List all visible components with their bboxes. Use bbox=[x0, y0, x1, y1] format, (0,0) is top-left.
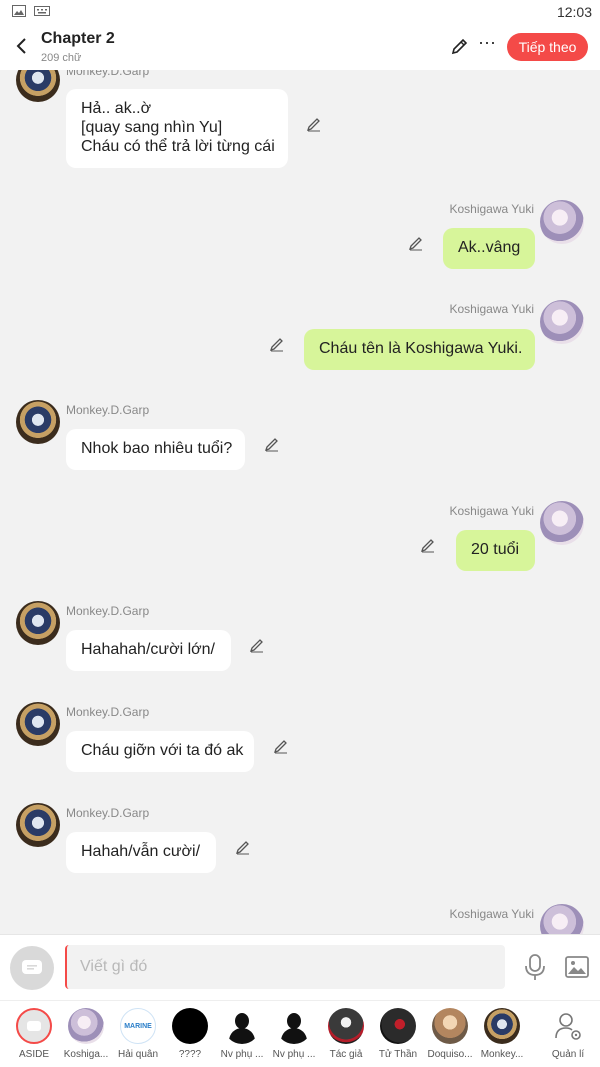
microphone-icon[interactable] bbox=[522, 953, 548, 981]
more-options-icon[interactable]: ⋯ bbox=[477, 34, 497, 54]
speaker-name: Monkey.D.Garp bbox=[66, 604, 150, 618]
character-death[interactable]: Tử Thần bbox=[372, 1008, 424, 1064]
character-label: Hải quân bbox=[117, 1049, 159, 1060]
edit-message-icon[interactable] bbox=[408, 235, 424, 251]
character-hai-quan[interactable]: MARINE Hải quân bbox=[112, 1008, 164, 1064]
message-bubble[interactable]: Hả.. ak..ờ [quay sang nhìn Yu] Cháu có t… bbox=[66, 89, 288, 168]
character-label: Monkey... bbox=[480, 1049, 524, 1060]
death-avatar bbox=[380, 1008, 416, 1044]
character-doquiso[interactable]: Doquiso... bbox=[424, 1008, 476, 1064]
yuki-avatar[interactable] bbox=[540, 904, 584, 934]
message-input-bar bbox=[0, 934, 600, 1000]
garp-avatar bbox=[484, 1008, 520, 1044]
aside-icon bbox=[16, 1008, 52, 1044]
chat-bubble-icon bbox=[22, 960, 42, 974]
character-koshigawa[interactable]: Koshiga... bbox=[60, 1008, 112, 1064]
message-input[interactable] bbox=[65, 945, 505, 989]
message-bubble[interactable]: Cháu giỡn với ta đó ak bbox=[66, 731, 254, 772]
yuki-avatar[interactable] bbox=[540, 200, 584, 244]
user-gear-icon bbox=[555, 1013, 581, 1040]
chapter-title: Chapter 2 bbox=[41, 30, 115, 47]
character-monkey[interactable]: Monkey... bbox=[476, 1008, 528, 1064]
aside-toggle-button[interactable] bbox=[10, 946, 54, 990]
word-count: 209 chữ bbox=[41, 52, 82, 64]
black-avatar bbox=[172, 1008, 208, 1044]
character-label: Koshiga... bbox=[63, 1049, 109, 1060]
message-line: Ak..vâng bbox=[458, 239, 521, 256]
edit-message-icon[interactable] bbox=[264, 436, 280, 452]
speaker-name: Koshigawa Yuki bbox=[449, 202, 534, 216]
message-bubble[interactable]: Cháu tên là Koshigawa Yuki. bbox=[304, 329, 535, 370]
message-line: Hahah/vẫn cười/ bbox=[81, 843, 201, 860]
character-aside[interactable]: ASIDE bbox=[8, 1008, 60, 1064]
character-label: Doquiso... bbox=[427, 1049, 473, 1060]
author-avatar bbox=[328, 1008, 364, 1044]
silhouette-avatar bbox=[276, 1008, 312, 1044]
message-line: 20 tuổi bbox=[471, 541, 520, 558]
silhouette-avatar bbox=[224, 1008, 260, 1044]
speaker-name: Monkey.D.Garp bbox=[66, 403, 150, 417]
message-line: Cháu giỡn với ta đó ak bbox=[81, 742, 244, 759]
character-author[interactable]: Tác giả bbox=[320, 1008, 372, 1064]
image-icon[interactable] bbox=[565, 955, 589, 979]
character-label: Tác giả bbox=[329, 1049, 363, 1060]
edit-message-icon[interactable] bbox=[249, 637, 265, 653]
status-time: 12:03 bbox=[556, 4, 592, 20]
character-label: ASIDE bbox=[18, 1049, 49, 1060]
character-label: ???? bbox=[178, 1049, 202, 1060]
message-line: Hahahah/cười lớn/ bbox=[81, 641, 215, 658]
character-label: Nv phụ ... bbox=[272, 1049, 316, 1060]
character-bar: ASIDE Koshiga... MARINE Hải quân ???? Nv… bbox=[0, 1000, 600, 1067]
character-side-1[interactable]: Nv phụ ... bbox=[216, 1008, 268, 1064]
message-line: Hả.. ak..ờ bbox=[81, 100, 152, 117]
message-bubble[interactable]: Hahah/vẫn cười/ bbox=[66, 832, 216, 873]
speaker-name: Monkey.D.Garp bbox=[66, 705, 150, 719]
character-label: Nv phụ ... bbox=[220, 1049, 264, 1060]
character-unknown[interactable]: ???? bbox=[164, 1008, 216, 1064]
back-arrow-icon[interactable] bbox=[10, 34, 34, 58]
edit-message-icon[interactable] bbox=[273, 738, 289, 754]
garp-avatar[interactable] bbox=[16, 702, 60, 746]
message-bubble[interactable]: Hahahah/cười lớn/ bbox=[66, 630, 231, 671]
character-manage[interactable]: Quản lí bbox=[542, 1008, 594, 1064]
message-line: Cháu có thể trả lời từng cái bbox=[81, 138, 275, 155]
edit-message-icon[interactable] bbox=[306, 116, 322, 132]
message-bubble[interactable]: Nhok bao nhiêu tuổi? bbox=[66, 429, 245, 470]
message-bubble[interactable]: 20 tuổi bbox=[456, 530, 535, 571]
garp-avatar[interactable] bbox=[16, 803, 60, 847]
chat-area: Monkey.D.Garp Hả.. ak..ờ [quay sang nhìn… bbox=[0, 70, 600, 934]
next-chapter-button[interactable]: Tiếp theo bbox=[507, 33, 588, 61]
app-header: Chapter 2 209 chữ ⋯ Tiếp theo bbox=[0, 24, 600, 70]
speaker-name: Monkey.D.Garp bbox=[66, 806, 150, 820]
edit-message-icon[interactable] bbox=[235, 839, 251, 855]
gallery-icon bbox=[12, 5, 26, 17]
speaker-name: Koshigawa Yuki bbox=[449, 907, 534, 921]
edit-pencil-icon[interactable] bbox=[450, 36, 470, 56]
keyboard-icon bbox=[34, 6, 50, 16]
speaker-name: Monkey.D.Garp bbox=[66, 70, 150, 78]
marine-logo: MARINE bbox=[120, 1008, 156, 1044]
character-label: Quản lí bbox=[551, 1049, 585, 1060]
speaker-name: Koshigawa Yuki bbox=[449, 302, 534, 316]
message-line: [quay sang nhìn Yu] bbox=[81, 119, 223, 136]
message-line: Cháu tên là Koshigawa Yuki. bbox=[319, 340, 523, 357]
yuki-avatar[interactable] bbox=[540, 300, 584, 344]
edit-message-icon[interactable] bbox=[269, 336, 285, 352]
character-label: Tử Thần bbox=[378, 1049, 418, 1060]
admin-icon bbox=[550, 1008, 586, 1044]
edit-message-icon[interactable] bbox=[420, 537, 436, 553]
garp-avatar[interactable] bbox=[16, 601, 60, 645]
doquiso-avatar bbox=[432, 1008, 468, 1044]
message-bubble[interactable]: Ak..vâng bbox=[443, 228, 535, 269]
status-bar: 12:03 bbox=[0, 0, 600, 24]
garp-avatar[interactable] bbox=[16, 400, 60, 444]
character-side-2[interactable]: Nv phụ ... bbox=[268, 1008, 320, 1064]
message-line: Nhok bao nhiêu tuổi? bbox=[81, 440, 233, 457]
garp-avatar[interactable] bbox=[16, 70, 60, 102]
speaker-name: Koshigawa Yuki bbox=[449, 504, 534, 518]
yuki-avatar bbox=[68, 1008, 104, 1044]
yuki-avatar[interactable] bbox=[540, 501, 584, 545]
